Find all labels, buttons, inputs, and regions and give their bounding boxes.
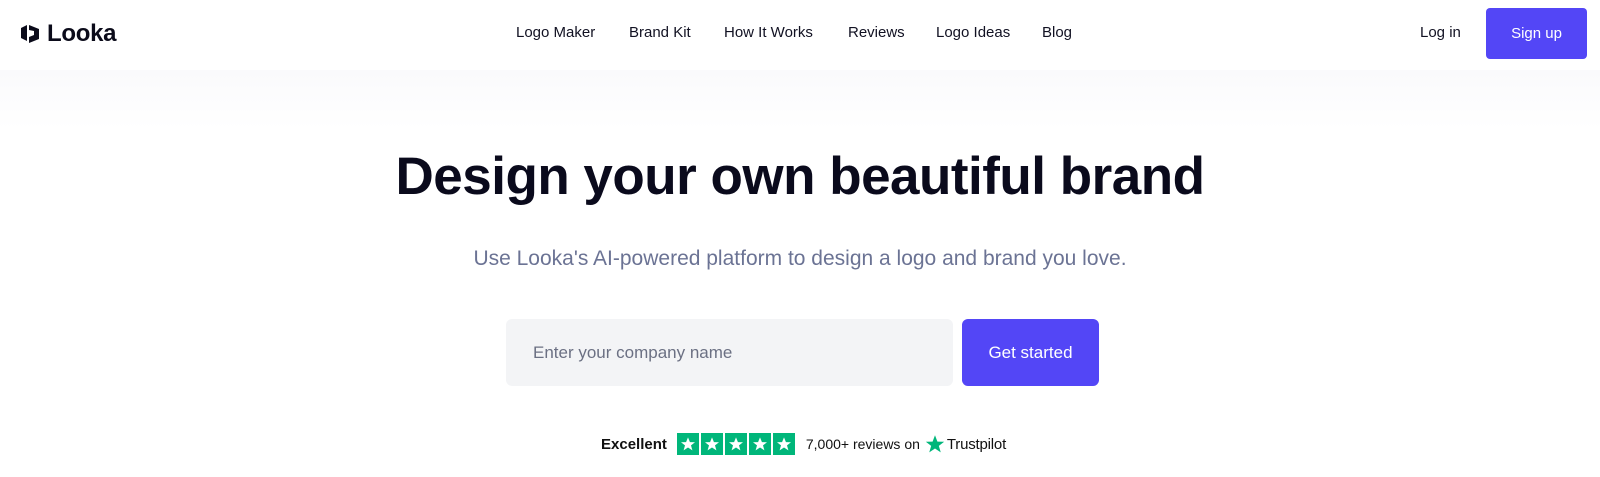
rating-stars — [676, 433, 797, 455]
nav-reviews[interactable]: Reviews — [848, 24, 905, 41]
star-icon — [772, 433, 795, 455]
company-name-input[interactable] — [506, 319, 953, 386]
hero-background — [0, 70, 1600, 130]
brand-name: Looka — [47, 20, 117, 47]
hero-headline: Design your own beautiful brand — [395, 147, 1205, 206]
rating-label: Excellent — [601, 435, 667, 453]
login-link[interactable]: Log in — [1420, 24, 1461, 41]
hero-subheadline: Use Looka's AI-powered platform to desig… — [473, 247, 1127, 270]
get-started-button[interactable]: Get started — [962, 319, 1099, 386]
trustpilot-name: Trustpilot — [946, 435, 1007, 453]
nav-how-it-works[interactable]: How It Works — [724, 24, 813, 41]
nav-logo-maker[interactable]: Logo Maker — [516, 24, 595, 41]
looka-home-link[interactable]: Looka — [18, 19, 116, 49]
star-icon — [724, 433, 747, 455]
nav-brand-kit[interactable]: Brand Kit — [629, 24, 691, 41]
trustpilot-brand: Trustpilot — [925, 434, 1006, 454]
trustpilot-rating[interactable]: Excellent 7,000+ reviews on Trustpilot — [601, 432, 1006, 456]
star-icon — [748, 433, 771, 455]
signup-button[interactable]: Sign up — [1486, 8, 1587, 59]
looka-logo-icon — [21, 25, 39, 43]
review-count: 7,000+ reviews on — [805, 436, 920, 452]
top-navigation-bar: Looka Logo Maker Brand Kit How It Works … — [0, 0, 1600, 70]
nav-logo-ideas[interactable]: Logo Ideas — [936, 24, 1010, 41]
star-icon — [700, 433, 723, 455]
nav-blog[interactable]: Blog — [1042, 24, 1072, 41]
trustpilot-star-icon — [925, 435, 945, 453]
star-icon — [676, 433, 699, 455]
